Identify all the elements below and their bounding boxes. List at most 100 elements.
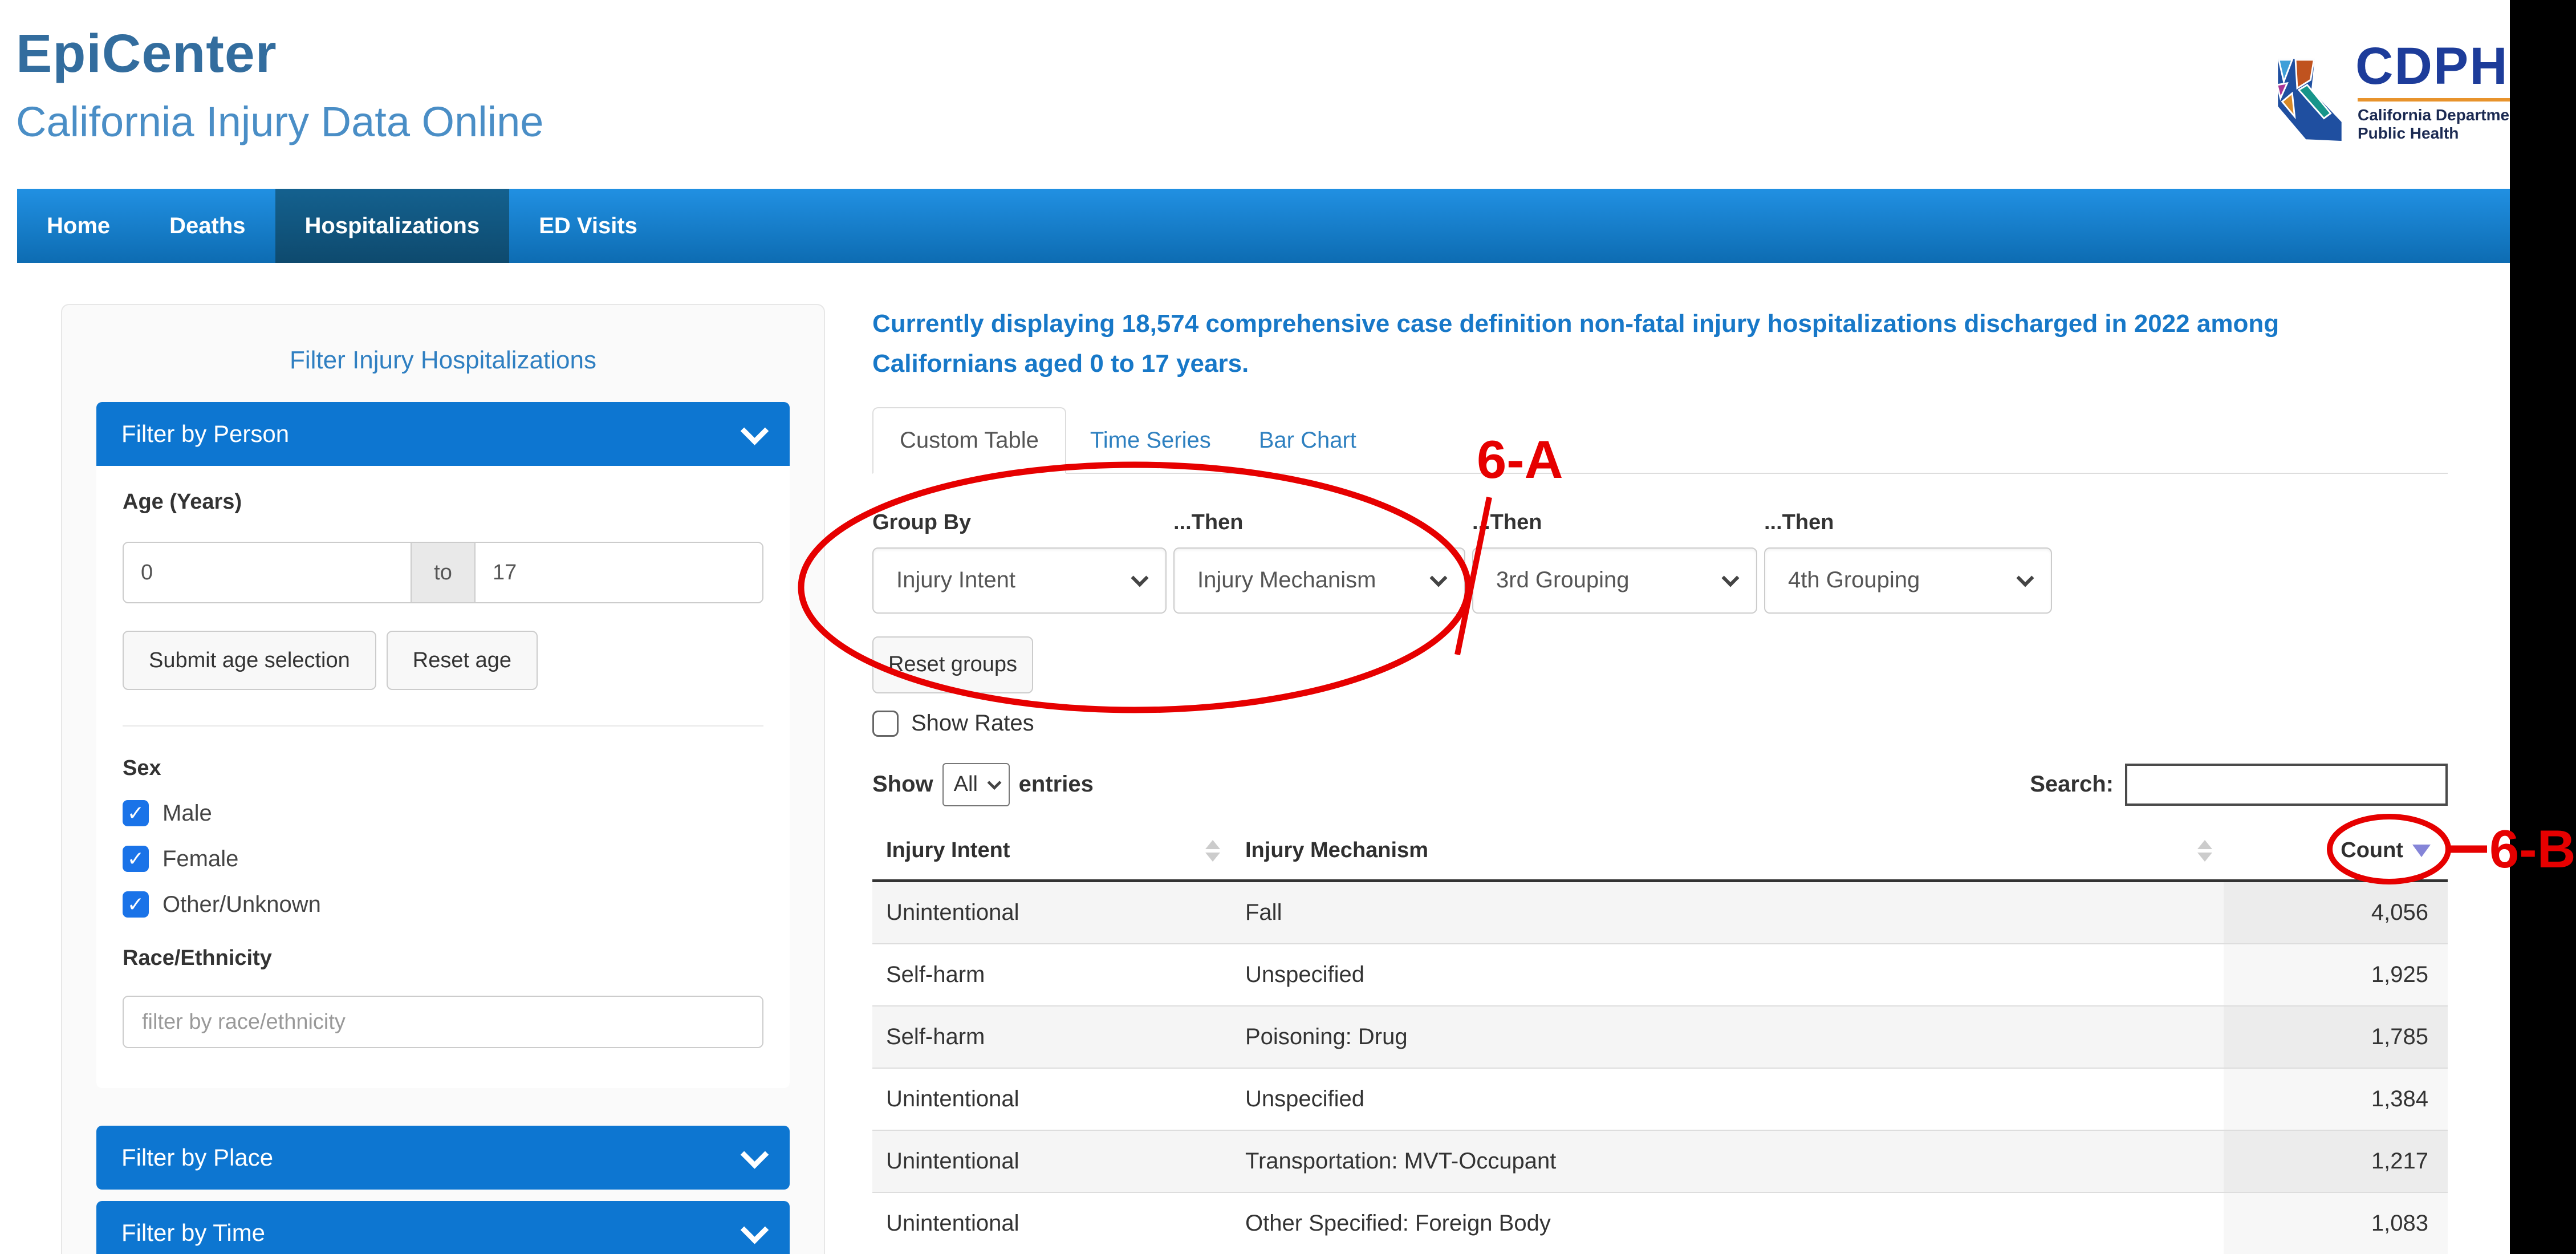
cell-count: 4,056 xyxy=(2224,880,2448,944)
brand-header: EpiCenter California Injury Data Online xyxy=(16,23,543,146)
sort-both-icon xyxy=(2197,840,2212,862)
logo-divider xyxy=(2358,98,2510,102)
table-row[interactable]: Unintentional Transportation: MVT-Occupa… xyxy=(872,1130,2448,1192)
cell-injury-mechanism: Other Specified: Foreign Body xyxy=(1232,1192,2224,1254)
then-label-4: ...Then xyxy=(1764,510,2052,535)
table-row[interactable]: Self-harm Poisoning: Drug 1,785 xyxy=(872,1006,2448,1068)
sex-option-other-unknown[interactable]: Other/Unknown xyxy=(123,891,763,918)
chevron-down-icon xyxy=(741,417,769,445)
nav-item-ed-visits[interactable]: ED Visits xyxy=(509,189,667,263)
filter-by-time-header[interactable]: Filter by Time xyxy=(96,1201,790,1254)
tab-time-series[interactable]: Time Series xyxy=(1066,408,1235,473)
entries-select[interactable]: All xyxy=(942,763,1010,806)
checkbox-checked-icon[interactable] xyxy=(123,846,149,872)
cell-count: 1,083 xyxy=(2224,1192,2448,1254)
tab-bar-chart[interactable]: Bar Chart xyxy=(1235,408,1380,473)
grouping-select-3[interactable]: 3rd Grouping xyxy=(1472,547,1757,614)
grouping-select-1[interactable]: Injury Intent xyxy=(872,547,1167,614)
race-ethnicity-input[interactable] xyxy=(123,996,763,1048)
nav-item-hospitalizations[interactable]: Hospitalizations xyxy=(275,189,510,263)
grouping-select-1-value: Injury Intent xyxy=(896,567,1015,593)
entries-label: entries xyxy=(1019,772,1094,797)
cdph-logo: CDPH California Department of Public Hea… xyxy=(2272,40,2544,145)
grouping-select-4-value: 4th Grouping xyxy=(1788,567,1920,593)
search-label: Search: xyxy=(2030,772,2114,797)
sex-option-other-label: Other/Unknown xyxy=(162,892,321,918)
age-to-word: to xyxy=(412,542,474,603)
cell-injury-mechanism: Unspecified xyxy=(1232,944,2224,1006)
filter-by-place-header[interactable]: Filter by Place xyxy=(96,1126,790,1190)
table-row[interactable]: Self-harm Unspecified 1,925 xyxy=(872,944,2448,1006)
then-label-2: ...Then xyxy=(1173,510,1465,535)
column-header-injury-mechanism[interactable]: Injury Mechanism xyxy=(1232,838,2224,863)
table-row[interactable]: Unintentional Unspecified 1,384 xyxy=(872,1068,2448,1130)
show-rates-row[interactable]: Show Rates xyxy=(872,711,2514,737)
grouping-select-2-value: Injury Mechanism xyxy=(1197,567,1376,593)
column-header-count[interactable]: Count xyxy=(2224,838,2448,863)
section-divider xyxy=(123,725,763,727)
show-label: Show xyxy=(872,772,933,797)
view-tabs: Custom Table Time Series Bar Chart xyxy=(872,407,2448,474)
nav-item-deaths[interactable]: Deaths xyxy=(140,189,275,263)
entries-control: Show All entries xyxy=(872,763,1094,806)
entries-select-value: All xyxy=(954,772,978,797)
summary-line2: Californians aged 0 to 17 years. xyxy=(872,344,2514,384)
sex-label: Sex xyxy=(123,756,763,781)
search-input[interactable] xyxy=(2125,764,2448,806)
column-header-injury-intent[interactable]: Injury Intent xyxy=(872,838,1232,863)
page-subtitle: California Injury Data Online xyxy=(16,98,543,146)
filter-by-person-section: Filter by Person Age (Years) to Submit a… xyxy=(96,402,790,1088)
nav-item-home[interactable]: Home xyxy=(17,189,140,263)
cell-count: 1,785 xyxy=(2224,1006,2448,1068)
cell-count: 1,384 xyxy=(2224,1068,2448,1130)
chevron-down-icon xyxy=(1131,569,1148,587)
chevron-down-icon xyxy=(987,776,1001,790)
grouping-select-2[interactable]: Injury Mechanism xyxy=(1173,547,1465,614)
chevron-down-icon xyxy=(2016,569,2034,587)
epicenter-page: EpiCenter California Injury Data Online … xyxy=(0,0,2576,1254)
grouping-select-4[interactable]: 4th Grouping xyxy=(1764,547,2052,614)
main-nav: Home Deaths Hospitalizations ED Visits xyxy=(17,189,2510,263)
cell-injury-intent: Self-harm xyxy=(872,944,1232,1006)
checkbox-unchecked-icon[interactable] xyxy=(872,711,899,737)
chevron-down-icon xyxy=(1429,569,1447,587)
cell-count: 1,925 xyxy=(2224,944,2448,1006)
group-by-label: Group By xyxy=(872,510,1167,535)
injury-mechanism-header-label: Injury Mechanism xyxy=(1245,838,1428,863)
injury-intent-header-label: Injury Intent xyxy=(886,838,1010,863)
filter-by-time-section: Filter by Time xyxy=(96,1201,790,1254)
filter-panel-title: Filter Injury Hospitalizations xyxy=(62,346,824,375)
checkbox-checked-icon[interactable] xyxy=(123,891,149,918)
race-ethnicity-label: Race/Ethnicity xyxy=(123,946,763,971)
grouping-select-3-value: 3rd Grouping xyxy=(1496,567,1629,593)
table-row[interactable]: Unintentional Other Specified: Foreign B… xyxy=(872,1192,2448,1254)
cell-count: 1,217 xyxy=(2224,1130,2448,1192)
count-header-label: Count xyxy=(2341,838,2403,863)
main-content: Currently displaying 18,574 comprehensiv… xyxy=(872,304,2514,1254)
age-from-input[interactable] xyxy=(123,542,412,603)
age-range-group: to xyxy=(123,542,763,603)
sort-descending-icon xyxy=(2412,845,2431,857)
tab-custom-table[interactable]: Custom Table xyxy=(872,407,1066,474)
summary-line1: Currently displaying 18,574 comprehensiv… xyxy=(872,304,2514,344)
cell-injury-mechanism: Transportation: MVT-Occupant xyxy=(1232,1130,2224,1192)
cell-injury-intent: Self-harm xyxy=(872,1006,1232,1068)
age-to-input[interactable] xyxy=(474,542,763,603)
california-state-icon xyxy=(2272,56,2347,145)
sex-option-female-label: Female xyxy=(162,846,238,872)
filter-by-time-label: Filter by Time xyxy=(121,1219,265,1247)
cell-injury-intent: Unintentional xyxy=(872,1192,1232,1254)
cell-injury-mechanism: Fall xyxy=(1232,880,2224,944)
filter-by-person-header[interactable]: Filter by Person xyxy=(96,402,790,466)
table-header-row: Injury Intent Injury Mechanism Count xyxy=(872,822,2448,881)
checkbox-checked-icon[interactable] xyxy=(123,800,149,826)
sex-option-female[interactable]: Female xyxy=(123,846,763,872)
page-title: EpiCenter xyxy=(16,23,543,85)
reset-groups-button[interactable]: Reset groups xyxy=(872,636,1033,693)
sex-option-male[interactable]: Male xyxy=(123,800,763,826)
submit-age-button[interactable]: Submit age selection xyxy=(123,631,376,690)
sex-option-male-label: Male xyxy=(162,801,212,826)
reset-age-button[interactable]: Reset age xyxy=(387,631,538,690)
sort-both-icon xyxy=(1205,840,1220,862)
table-row[interactable]: Unintentional Fall 4,056 xyxy=(872,880,2448,944)
